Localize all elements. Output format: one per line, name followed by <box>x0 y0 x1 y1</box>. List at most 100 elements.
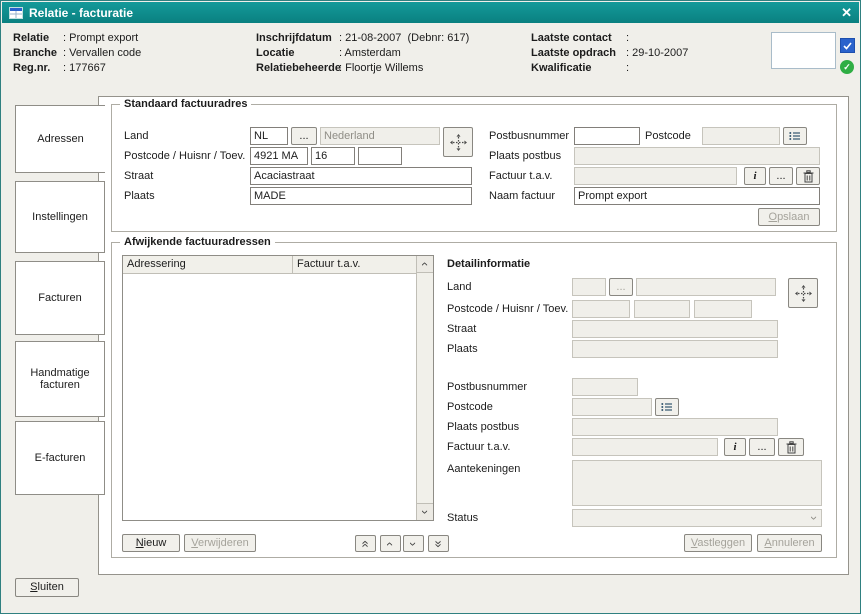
afwijkende-factuuradressen-group: Afwijkende factuuradressen Adressering F… <box>111 242 837 558</box>
regnr-value: : 177667 <box>63 62 106 74</box>
address-move-button[interactable] <box>443 127 473 157</box>
annuleren-button[interactable]: Annuleren <box>757 534 822 552</box>
detail-postbusnummer-label: Postbusnummer <box>447 381 527 393</box>
plaats-input[interactable] <box>250 187 472 205</box>
relatie-label: Relatie <box>13 32 49 44</box>
afwijkende-factuuradressen-legend: Afwijkende factuuradressen <box>120 236 275 248</box>
postbus-postcode-field <box>702 127 780 145</box>
standaard-factuuradres-legend: Standaard factuuradres <box>120 98 251 110</box>
relatiebeheerder-value: : Floortje Willems <box>339 62 423 74</box>
postbusnummer-input[interactable] <box>574 127 640 145</box>
detail-factuur-tav-info-button[interactable]: i <box>724 438 746 456</box>
relatie-facturatie-window: Relatie - facturatie ✕ Relatie : Prompt … <box>0 0 861 614</box>
tab-facturen[interactable]: Facturen <box>15 261 105 335</box>
move-icon <box>795 285 812 302</box>
chevron-up-icon: ‹ <box>420 262 430 266</box>
plaats-postbus-label: Plaats postbus <box>489 150 561 162</box>
tab-handmatige-facturen[interactable]: Handmatige facturen <box>15 341 105 417</box>
detail-status-select[interactable]: › <box>572 509 822 527</box>
move-top-button[interactable]: « <box>355 535 376 552</box>
detail-straat-label: Straat <box>447 323 476 335</box>
postbusnummer-label: Postbusnummer <box>489 130 569 142</box>
detail-plaats-label: Plaats <box>447 343 478 355</box>
detail-postbusnummer-field <box>572 378 638 396</box>
branche-value: : Vervallen code <box>63 47 141 59</box>
standaard-factuuradres-group: Standaard factuuradres Land ... Postcode… <box>111 104 837 232</box>
inschrijfdatum-label: Inschrijfdatum <box>256 32 332 44</box>
plaats-label: Plaats <box>124 190 155 202</box>
detail-aantekeningen-label: Aantekeningen <box>447 463 520 475</box>
detail-address-move-button[interactable] <box>788 278 818 308</box>
detail-postcode-lookup-button[interactable] <box>655 398 679 416</box>
detail-land-lookup-button[interactable]: ... <box>609 278 633 296</box>
naam-factuur-input[interactable] <box>574 187 820 205</box>
list-icon <box>789 131 801 141</box>
detail-land-name-field <box>636 278 776 296</box>
factuur-tav-field <box>574 167 737 185</box>
postcode-input[interactable] <box>250 147 308 165</box>
table-body[interactable] <box>123 274 417 520</box>
trash-icon <box>786 441 797 454</box>
column-header-factuur-tav[interactable]: Factuur t.a.v. <box>293 256 364 273</box>
scroll-up-button[interactable]: ‹ <box>417 256 433 273</box>
land-label: Land <box>124 130 148 142</box>
postcode-huisnr-label: Postcode / Huisnr / Toev. <box>124 150 245 162</box>
laatste-contact-value: : <box>626 32 629 44</box>
move-bottom-button[interactable]: » <box>428 535 449 552</box>
inschrijfdatum-value: : 21-08-2007 (Debnr: 617) <box>339 32 469 44</box>
trash-icon <box>803 170 814 183</box>
table-scrollbar[interactable]: ‹ › <box>416 256 433 520</box>
move-icon <box>450 134 467 151</box>
column-header-adressering[interactable]: Adressering <box>123 256 293 273</box>
chevron-down-icon: › <box>409 541 419 545</box>
sluiten-button[interactable]: Sluiten <box>15 578 79 597</box>
status-ok-icon: ✓ <box>840 60 854 74</box>
tab-instellingen[interactable]: Instellingen <box>15 181 105 253</box>
naam-factuur-label: Naam factuur <box>489 190 555 202</box>
nieuw-button[interactable]: Nieuw <box>122 534 180 552</box>
toevoeging-input[interactable] <box>358 147 402 165</box>
factuur-tav-delete-button[interactable] <box>796 167 820 185</box>
locatie-value: : Amsterdam <box>339 47 401 59</box>
kwalificatie-label: Kwalificatie <box>531 62 592 74</box>
tab-adressen[interactable]: Adressen <box>15 105 105 173</box>
detail-factuur-tav-field <box>572 438 718 456</box>
vastleggen-button[interactable]: Vastleggen <box>684 534 752 552</box>
tab-e-facturen[interactable]: E-facturen <box>15 421 105 495</box>
chevron-up-icon: ‹ <box>386 541 396 545</box>
app-icon <box>9 7 23 19</box>
relatiebeheerder-label: Relatiebeheerde <box>256 62 341 74</box>
locatie-label: Locatie <box>256 47 295 59</box>
factuur-tav-info-button[interactable]: i <box>744 167 766 185</box>
relatie-value: : Prompt export <box>63 32 138 44</box>
verwijderen-button[interactable]: Verwijderen <box>184 534 256 552</box>
land-code-input[interactable] <box>250 127 288 145</box>
branche-label: Branche <box>13 47 57 59</box>
land-lookup-button[interactable]: ... <box>291 127 317 145</box>
check-icon <box>843 42 852 50</box>
detail-huisnr-field <box>634 300 690 318</box>
move-up-button[interactable]: ‹ <box>380 535 401 552</box>
detail-plaats-postbus-label: Plaats postbus <box>447 421 519 433</box>
afwijkende-adressen-table[interactable]: Adressering Factuur t.a.v. ‹ › <box>122 255 434 521</box>
scroll-down-button[interactable]: › <box>417 503 433 520</box>
header-checkbox[interactable] <box>840 38 855 53</box>
opslaan-button[interactable]: Opslaan <box>758 208 820 226</box>
detail-straat-field <box>572 320 778 338</box>
postcode-lookup-button[interactable] <box>783 127 807 145</box>
factuur-tav-lookup-button[interactable]: ... <box>769 167 793 185</box>
huisnr-input[interactable] <box>311 147 355 165</box>
detail-plaats-postbus-field <box>572 418 778 436</box>
factuur-tav-label: Factuur t.a.v. <box>489 170 552 182</box>
straat-input[interactable] <box>250 167 472 185</box>
detail-plaats-field <box>572 340 778 358</box>
header-detail-box <box>771 32 836 69</box>
titlebar[interactable]: Relatie - facturatie ✕ <box>2 2 859 23</box>
move-down-button[interactable]: › <box>403 535 424 552</box>
detail-factuur-tav-delete-button[interactable] <box>778 438 804 456</box>
laatste-opdracht-label: Laatste opdrach <box>531 47 616 59</box>
table-header: Adressering Factuur t.a.v. <box>123 256 417 274</box>
detail-factuur-tav-lookup-button[interactable]: ... <box>749 438 775 456</box>
close-button[interactable]: ✕ <box>841 5 852 21</box>
list-icon <box>661 402 673 412</box>
